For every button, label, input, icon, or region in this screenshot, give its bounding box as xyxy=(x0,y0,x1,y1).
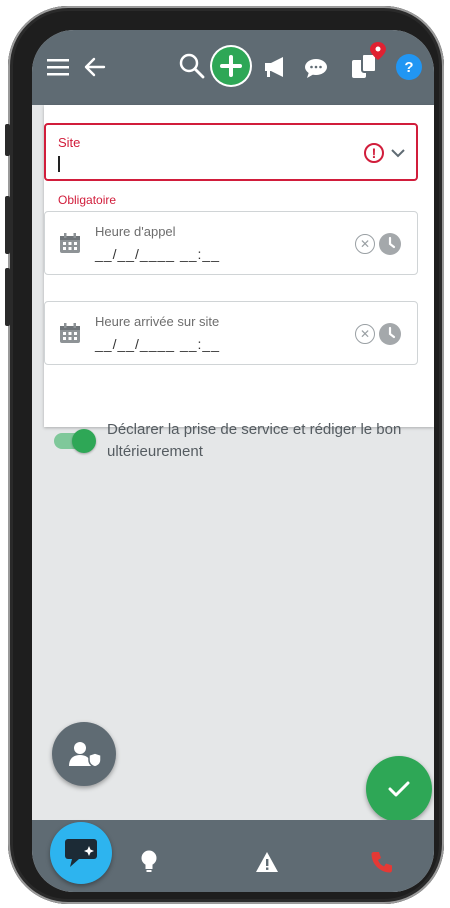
warning-icon[interactable] xyxy=(255,851,279,878)
lightbulb-icon[interactable] xyxy=(140,850,158,879)
heure-appel-value: __/__/____ __:__ xyxy=(95,246,220,262)
clock-icon[interactable] xyxy=(379,323,401,345)
top-app-bar: ? xyxy=(32,30,434,105)
site-select-field[interactable]: Site ! xyxy=(44,123,418,181)
toggle-label: Déclarer la prise de service et rédiger … xyxy=(107,421,402,460)
phone-frame: ? Site ! Obligatoire Heure d'appel __/__… xyxy=(5,6,444,904)
form-card: Site ! Obligatoire Heure d'appel __/__/_… xyxy=(44,105,434,427)
user-shield-icon xyxy=(69,742,102,768)
clear-icon[interactable]: ✕ xyxy=(355,324,375,344)
site-field-label: Site xyxy=(58,135,81,150)
phone-icon[interactable] xyxy=(370,850,394,879)
chat-fab-icon xyxy=(65,839,97,867)
add-icon[interactable] xyxy=(212,47,250,85)
heure-appel-field[interactable]: Heure d'appel __/__/____ __:__ ✕ xyxy=(44,211,418,275)
toggle-switch-knob[interactable] xyxy=(72,429,96,453)
chat-button[interactable] xyxy=(50,822,112,884)
text-cursor xyxy=(58,156,60,172)
side-button xyxy=(5,196,10,254)
megaphone-icon[interactable] xyxy=(262,54,290,80)
error-icon: ! xyxy=(364,143,384,163)
check-icon xyxy=(388,781,410,797)
search-icon[interactable] xyxy=(178,52,206,80)
heure-arrivee-label: Heure arrivée sur site xyxy=(95,314,220,329)
back-arrow-icon[interactable] xyxy=(82,54,108,80)
chat-icon[interactable] xyxy=(302,56,330,80)
heure-arrivee-value: __/__/____ __:__ xyxy=(95,336,220,352)
side-button xyxy=(5,124,10,156)
heure-arrivee-field[interactable]: Heure arrivée sur site __/__/____ __:__ … xyxy=(44,301,418,365)
notification-location-icon[interactable] xyxy=(348,40,388,82)
screen: ? Site ! Obligatoire Heure d'appel __/__… xyxy=(32,30,434,892)
calendar-icon xyxy=(59,232,81,259)
user-shield-button[interactable] xyxy=(52,722,116,786)
help-icon[interactable]: ? xyxy=(396,54,422,80)
heure-appel-label: Heure d'appel xyxy=(95,224,176,239)
chevron-down-icon[interactable] xyxy=(390,145,406,163)
confirm-button[interactable] xyxy=(366,756,432,822)
clock-icon[interactable] xyxy=(379,233,401,255)
calendar-icon xyxy=(59,322,81,349)
clear-icon[interactable]: ✕ xyxy=(355,234,375,254)
side-button xyxy=(5,268,10,326)
site-helper-text: Obligatoire xyxy=(58,193,117,207)
menu-icon[interactable] xyxy=(46,54,72,80)
